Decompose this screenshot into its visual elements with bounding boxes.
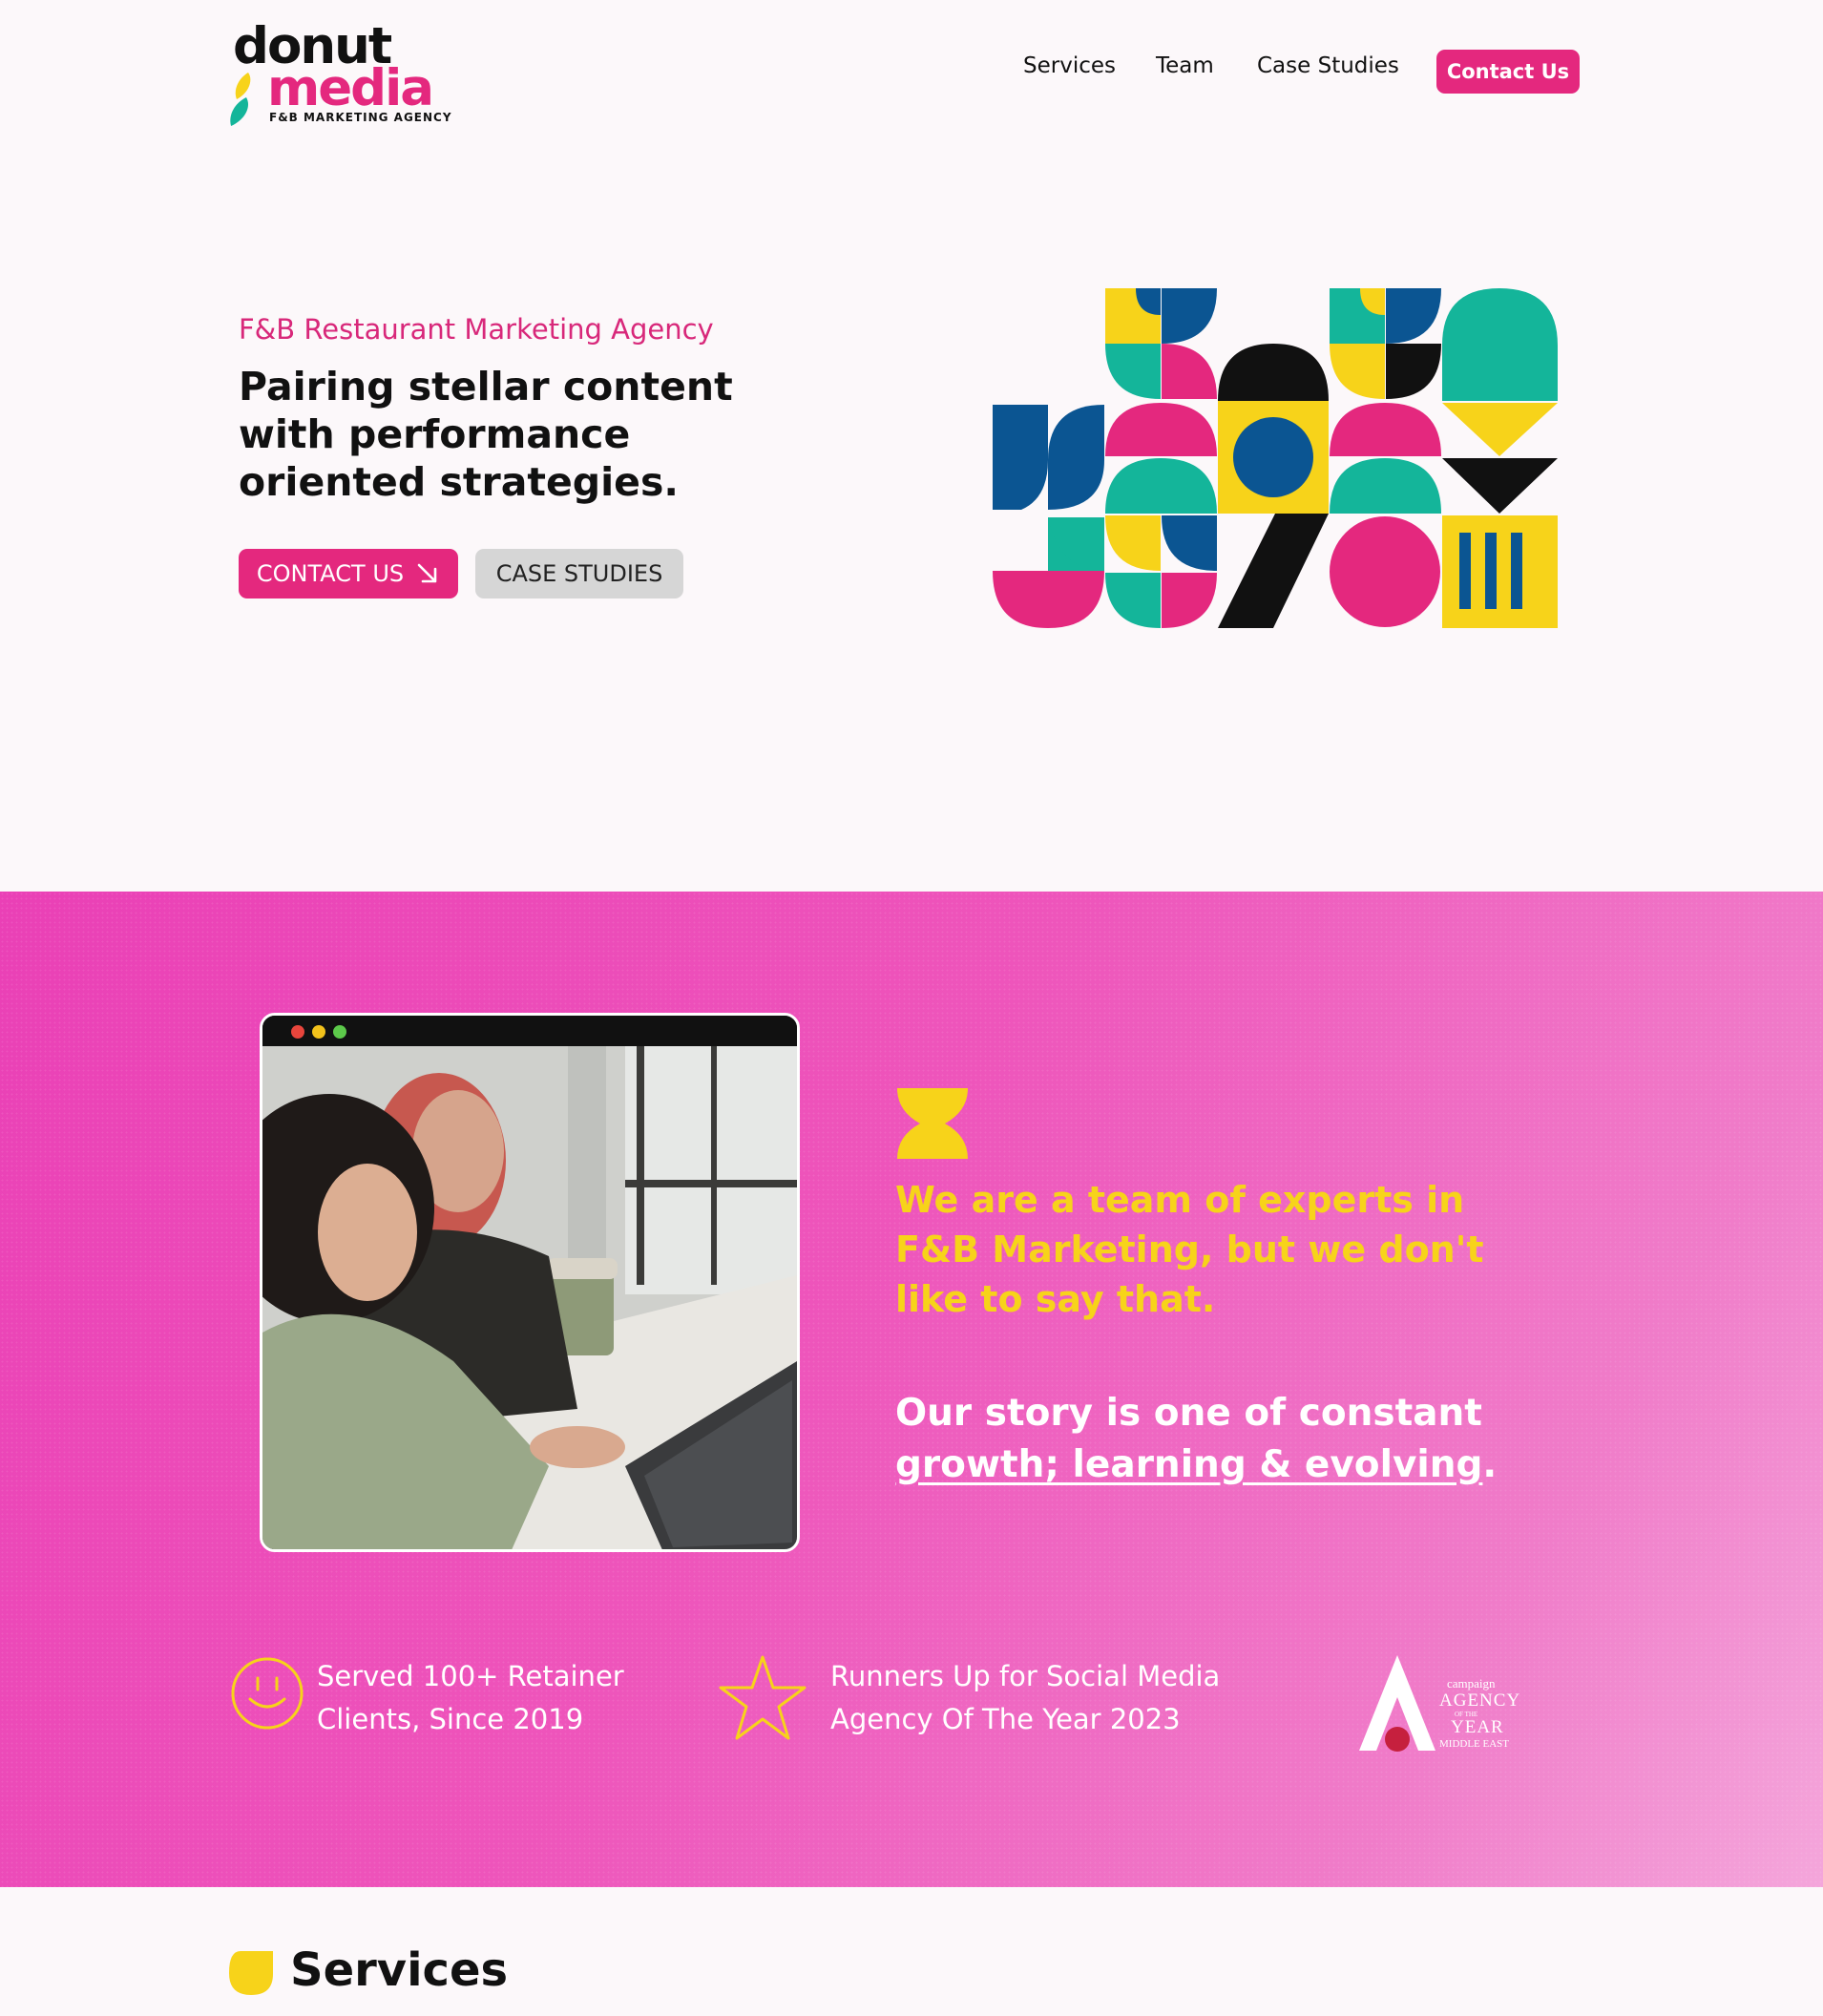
logo-tagline: F&B MARKETING AGENCY (269, 111, 452, 124)
logo-leaf-teal-icon (230, 97, 249, 126)
smiley-icon (231, 1657, 304, 1730)
logo-leaf-yellow-icon (235, 73, 251, 99)
hero-case-studies-button[interactable]: CASE STUDIES (475, 549, 683, 598)
about-section: We are a team of experts in F&B Marketin… (0, 892, 1823, 1887)
site-header: donut media F&B MARKETING AGENCY Service… (0, 0, 1823, 134)
arrow-down-right-icon (417, 563, 437, 583)
story-prefix: Our story is one of constant (895, 1392, 1482, 1435)
services-heading: Services (290, 1943, 509, 1997)
svg-text:MIDDLE EAST: MIDDLE EAST (1439, 1738, 1509, 1750)
hourglass-icon (897, 1088, 968, 1159)
svg-text:campaign: campaign (1447, 1676, 1496, 1690)
nav-services[interactable]: Services (1023, 53, 1116, 78)
window-minimize-dot (312, 1025, 325, 1039)
team-photo-window (260, 1013, 800, 1552)
nav-team[interactable]: Team (1156, 53, 1214, 78)
window-maximize-dot (333, 1025, 346, 1039)
svg-text:AGENCY: AGENCY (1439, 1690, 1520, 1711)
brand-logo[interactable]: donut media F&B MARKETING AGENCY (229, 19, 451, 126)
hero-geometric-illustration (993, 288, 1558, 628)
campaign-agency-award-logo: campaign AGENCY OF THE YEAR MIDDLE EAST (1359, 1655, 1520, 1752)
header-contact-button[interactable]: Contact Us (1436, 50, 1580, 94)
hero-title: Pairing stellar content with performance… (239, 364, 733, 505)
about-story: Our story is one of constant growth; lea… (895, 1388, 1563, 1491)
logo-word-media: media (267, 59, 434, 117)
stat-clients-text: Served 100+ Retainer Clients, Since 2019 (317, 1660, 624, 1735)
window-titlebar (262, 1016, 797, 1046)
services-blob-icon (229, 1951, 273, 1995)
hero-eyebrow: F&B Restaurant Marketing Agency (239, 313, 714, 346)
hero-contact-button[interactable]: CONTACT US (239, 549, 458, 598)
team-working-photo (262, 1046, 797, 1549)
star-icon (719, 1655, 807, 1740)
story-link[interactable]: growth; learning & evolving (895, 1443, 1482, 1486)
window-close-dot (291, 1025, 304, 1039)
hero-contact-label: CONTACT US (256, 560, 405, 587)
stat-award-text: Runners Up for Social Media Agency Of Th… (830, 1660, 1221, 1735)
svg-text:YEAR: YEAR (1451, 1717, 1504, 1737)
story-suffix: . (1482, 1443, 1498, 1486)
about-quote: We are a team of experts in F&B Marketin… (895, 1179, 1484, 1320)
nav-case-studies[interactable]: Case Studies (1257, 53, 1399, 78)
